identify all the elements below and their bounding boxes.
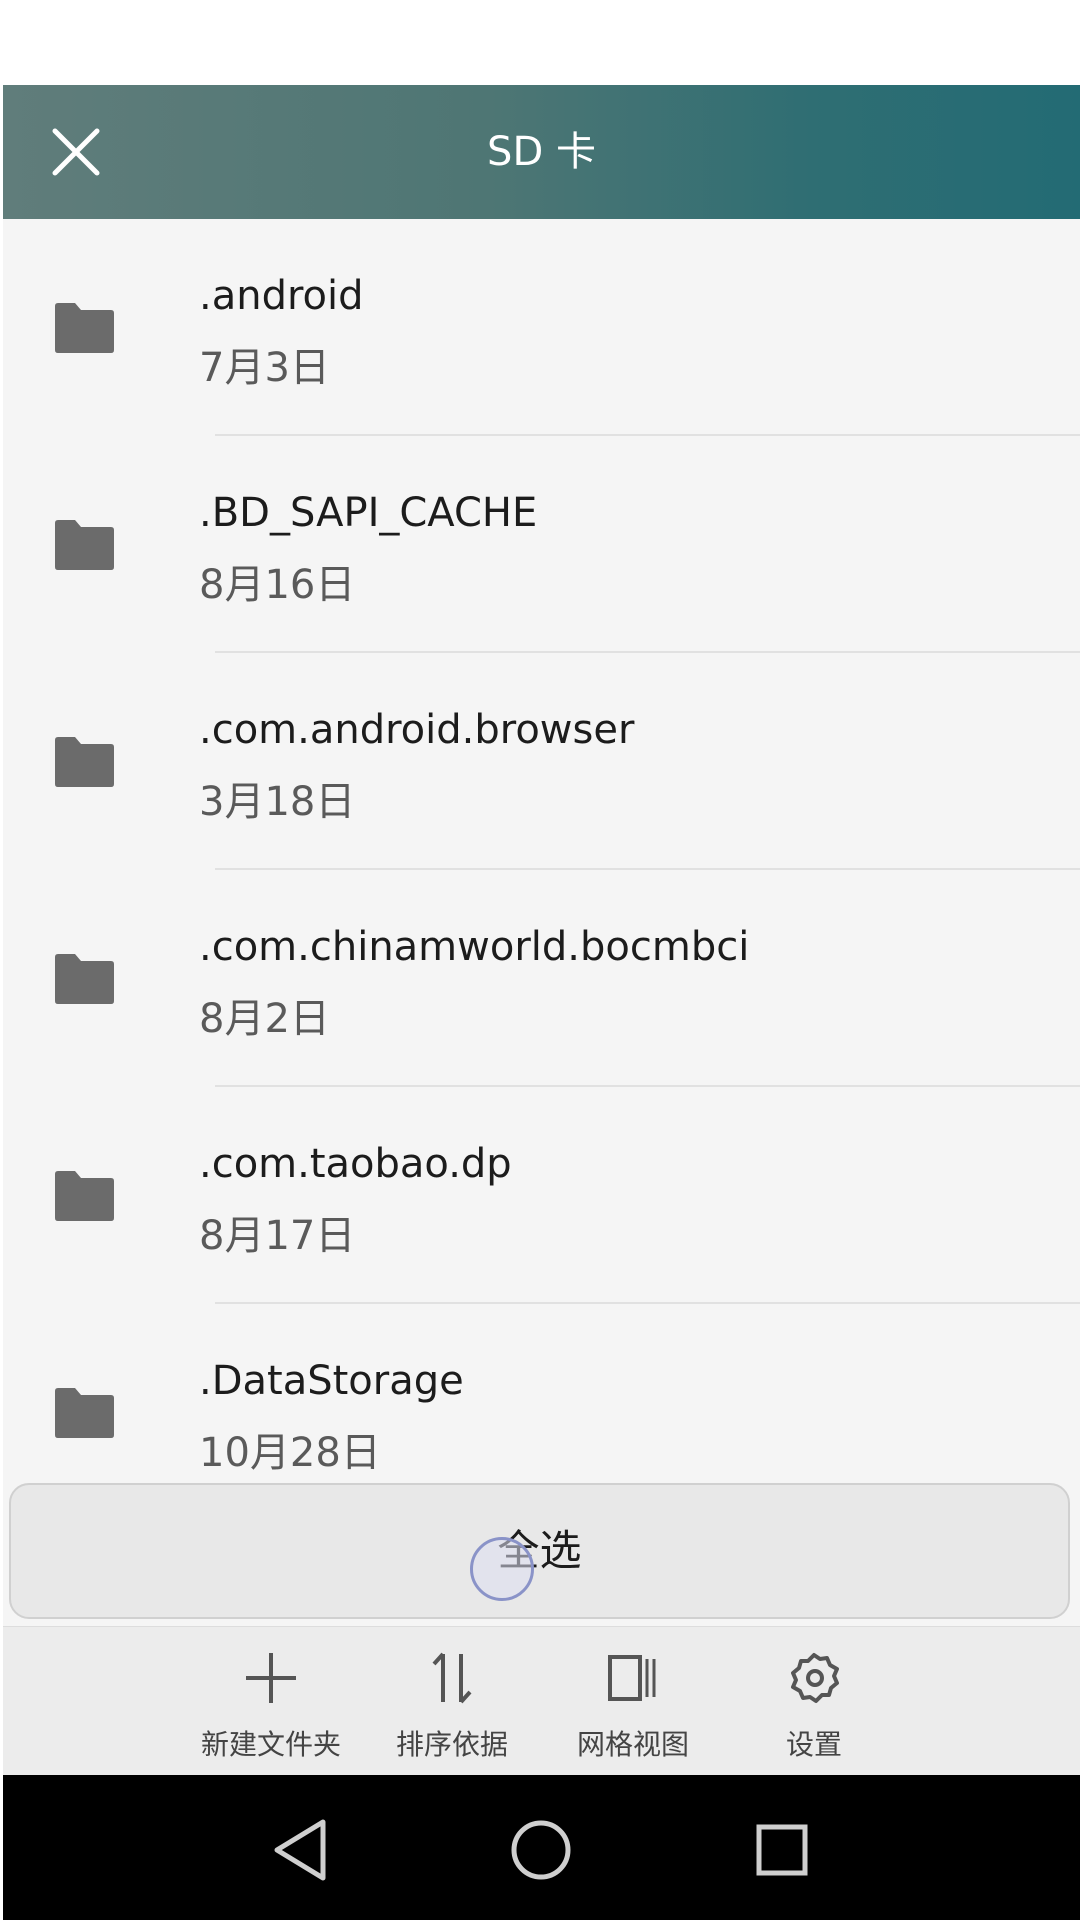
file-date: 8月2日 xyxy=(199,996,330,1042)
file-name: .android xyxy=(199,273,364,319)
sort-icon xyxy=(432,1652,472,1704)
file-row-datastorage[interactable]: .DataStorage 10月28日 xyxy=(3,1304,1080,1476)
gear-icon xyxy=(791,1653,839,1703)
app-header: SD 卡 xyxy=(3,85,1080,219)
page-title: SD 卡 xyxy=(487,129,596,175)
file-row-android-browser[interactable]: .com.android.browser 3月18日 xyxy=(3,653,1080,870)
system-navigation-bar xyxy=(3,1775,1080,1920)
recents-square-icon xyxy=(756,1824,808,1876)
new-folder-label: 新建文件夹 xyxy=(200,1728,341,1761)
file-date: 8月16日 xyxy=(199,562,356,608)
grid-view-label: 网格视图 xyxy=(576,1728,689,1761)
folder-icon xyxy=(55,954,114,1004)
file-name: .com.android.browser xyxy=(199,707,635,753)
nav-home-button[interactable] xyxy=(496,1805,586,1895)
file-name: .com.taobao.dp xyxy=(199,1141,512,1187)
grid-view-button[interactable]: 网格视图 xyxy=(553,1627,713,1776)
close-icon xyxy=(52,128,100,176)
plus-icon xyxy=(246,1653,296,1703)
folder-icon xyxy=(55,1171,114,1221)
file-name: .DataStorage xyxy=(199,1358,464,1404)
settings-label: 设置 xyxy=(785,1728,842,1761)
file-date: 7月3日 xyxy=(199,345,330,391)
file-date: 3月18日 xyxy=(199,779,356,825)
folder-icon xyxy=(55,520,114,570)
folder-icon xyxy=(55,303,114,353)
file-date: 8月17日 xyxy=(199,1213,356,1259)
file-row-bd-sapi-cache[interactable]: .BD_SAPI_CACHE 8月16日 xyxy=(3,436,1080,653)
file-row-taobao-dp[interactable]: .com.taobao.dp 8月17日 xyxy=(3,1087,1080,1304)
sort-label: 排序依据 xyxy=(395,1728,508,1761)
file-name: .BD_SAPI_CACHE xyxy=(199,490,538,536)
nav-back-button[interactable] xyxy=(255,1805,345,1895)
touch-indicator xyxy=(470,1537,534,1601)
bottom-toolbar: 新建文件夹 排序依据 网格视图 设置 xyxy=(3,1626,1080,1776)
settings-button[interactable]: 设置 xyxy=(734,1627,894,1776)
sort-button[interactable]: 排序依据 xyxy=(372,1627,532,1776)
back-triangle-icon xyxy=(274,1819,326,1881)
file-name: .com.chinamworld.bocmbci xyxy=(199,924,750,970)
folder-icon xyxy=(55,1388,114,1438)
nav-recents-button[interactable] xyxy=(737,1805,827,1895)
new-folder-button[interactable]: 新建文件夹 xyxy=(191,1627,351,1776)
grid-view-icon xyxy=(608,1655,656,1701)
file-row-chinamworld[interactable]: .com.chinamworld.bocmbci 8月2日 xyxy=(3,870,1080,1087)
home-circle-icon xyxy=(511,1820,571,1880)
folder-icon xyxy=(55,737,114,787)
file-picker-screen: SD 卡 .android 7月3日 .BD_SAPI_CACHE 8月16日 xyxy=(3,85,1080,1776)
file-list: .android 7月3日 .BD_SAPI_CACHE 8月16日 .com.… xyxy=(3,219,1080,1476)
select-all-button[interactable]: 全选 xyxy=(9,1483,1070,1619)
close-button[interactable] xyxy=(39,115,113,189)
file-date: 10月28日 xyxy=(199,1430,381,1476)
file-row-android[interactable]: .android 7月3日 xyxy=(3,219,1080,436)
